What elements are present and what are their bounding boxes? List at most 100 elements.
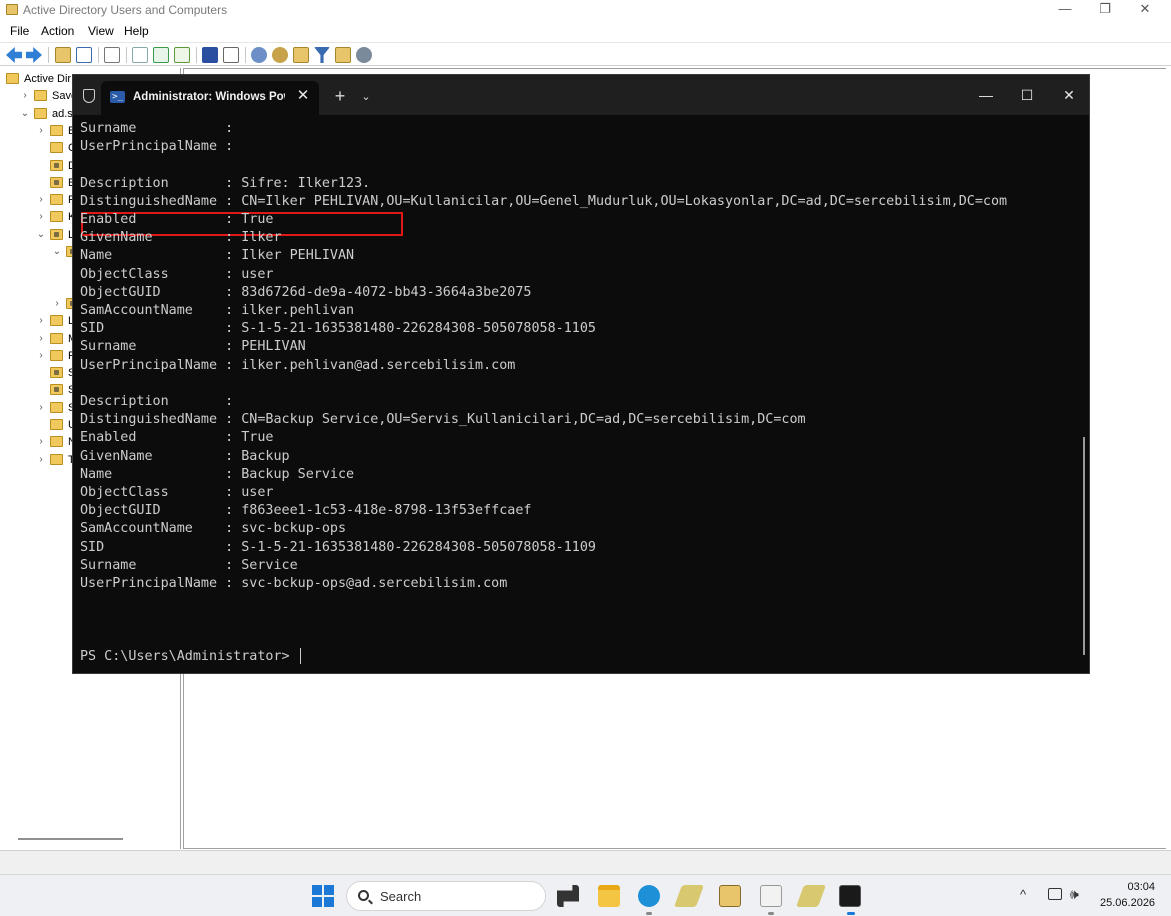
terminal-line: ObjectGUID : 83d6726d-de9a-4072-bb43-366… <box>80 284 532 300</box>
console-window-icon[interactable] <box>223 47 239 63</box>
chevron-right-icon[interactable]: › <box>36 122 46 140</box>
chevron-right-icon[interactable]: › <box>36 330 46 348</box>
close-tab-icon[interactable]: ✕ <box>294 87 312 105</box>
terminal-line: Description : Sifre: Ilker123. <box>80 175 371 191</box>
terminal-close-button[interactable]: ✕ <box>1049 85 1089 105</box>
chevron-down-icon[interactable]: ⌄ <box>358 88 374 106</box>
menu-action[interactable]: Action <box>41 24 74 38</box>
terminal-scrollbar[interactable] <box>1083 437 1085 655</box>
ou-icon <box>50 228 63 240</box>
terminal-window: >_ Administrator: Windows PowerShell ✕ +… <box>72 74 1090 674</box>
windows-start-icon[interactable] <box>312 885 334 907</box>
snapin-icon <box>6 73 19 84</box>
chevron-down-icon[interactable]: ⌄ <box>52 243 62 261</box>
chevron-right-icon[interactable]: › <box>36 347 46 365</box>
tools-icon[interactable] <box>795 885 827 907</box>
folder-icon <box>50 401 63 413</box>
new-user-icon[interactable] <box>251 47 267 63</box>
folder-icon <box>50 453 63 465</box>
chevron-right-icon[interactable]: › <box>36 208 46 226</box>
chevron-right-icon[interactable]: › <box>36 399 46 417</box>
chevron-right-icon[interactable]: › <box>52 295 62 313</box>
details-scrollbar[interactable] <box>1166 68 1171 849</box>
show-console-tree-icon[interactable] <box>76 47 92 63</box>
minimize-button[interactable]: — <box>1046 0 1084 18</box>
terminal-line: GivenName : Ilker <box>80 230 282 246</box>
search-icon <box>358 890 369 901</box>
edge-icon[interactable] <box>638 885 660 907</box>
menu-file[interactable]: File <box>10 24 29 38</box>
clock-date[interactable]: 25.06.2026 <box>1100 897 1155 909</box>
terminal-tab-title: Administrator: Windows PowerShell <box>133 91 285 103</box>
new-group-icon[interactable] <box>272 47 288 63</box>
menu-help[interactable]: Help <box>124 24 149 38</box>
terminal-maximize-button[interactable]: ☐ <box>1007 85 1047 105</box>
chevron-down-icon[interactable]: ⌄ <box>36 226 46 244</box>
text-cursor <box>299 648 301 664</box>
terminal-taskbar-icon[interactable] <box>839 885 861 907</box>
terminal-tab-bar: >_ Administrator: Windows PowerShell ✕ +… <box>73 75 1089 115</box>
up-folder-icon[interactable] <box>55 47 71 63</box>
chevron-right-icon[interactable]: › <box>36 191 46 209</box>
export-list-icon[interactable] <box>174 47 190 63</box>
notepad-icon[interactable] <box>760 885 782 907</box>
terminal-line: Description : <box>80 394 234 409</box>
task-view-icon[interactable] <box>557 885 579 907</box>
restore-button[interactable]: ❐ <box>1086 0 1124 18</box>
tree-scrollbar[interactable] <box>18 838 123 840</box>
domain-icon <box>34 107 47 119</box>
clock-time[interactable]: 03:04 <box>1100 881 1155 893</box>
chevron-right-icon[interactable]: › <box>20 87 30 105</box>
chevron-down-icon[interactable]: ⌄ <box>20 105 30 123</box>
new-ou-icon[interactable] <box>293 47 309 63</box>
back-icon[interactable] <box>6 47 22 63</box>
aduc-app-icon <box>6 4 18 15</box>
toolbar <box>0 42 1171 66</box>
prompt-text: PS C:\Users\Administrator> <box>80 649 290 664</box>
command-prompt[interactable]: PS C:\Users\Administrator> <box>80 648 301 666</box>
ou-icon <box>50 159 63 171</box>
forward-icon[interactable] <box>26 47 42 63</box>
terminal-line: ObjectGUID : f863eee1-1c53-418e-8798-13f… <box>80 503 532 519</box>
toolbar-separator <box>245 47 246 63</box>
status-bar <box>0 850 1171 872</box>
volume-icon[interactable]: 🕪 <box>1070 886 1079 903</box>
refresh-icon[interactable] <box>153 47 169 63</box>
aduc-window-title: Active Directory Users and Computers <box>23 3 228 17</box>
terminal-line: UserPrincipalName : ilker.pehlivan@ad.se… <box>80 357 516 373</box>
file-explorer-icon[interactable] <box>598 885 620 907</box>
network-icon[interactable] <box>1048 888 1062 900</box>
terminal-line: Name : Backup Service <box>80 466 355 482</box>
folder-icon <box>50 349 63 361</box>
chevron-right-icon[interactable]: › <box>36 312 46 330</box>
taskbar-search[interactable]: Search <box>346 881 546 911</box>
filter-icon[interactable] <box>314 47 330 63</box>
folder-icon <box>34 90 47 102</box>
find-icon[interactable] <box>335 47 351 63</box>
close-button[interactable]: ✕ <box>1126 0 1164 18</box>
new-tab-icon[interactable]: + <box>329 87 351 107</box>
terminal-active-indicator <box>847 912 855 915</box>
properties-icon[interactable] <box>132 47 148 63</box>
aduc-taskbar-icon[interactable] <box>719 885 741 907</box>
server-manager-icon[interactable] <box>673 885 705 907</box>
terminal-line: UserPrincipalName : svc-bckup-ops@ad.ser… <box>80 576 508 591</box>
terminal-tab[interactable]: >_ Administrator: Windows PowerShell ✕ <box>101 81 319 115</box>
chevron-right-icon[interactable]: › <box>36 433 46 451</box>
add-to-group-icon[interactable] <box>356 47 372 63</box>
chevron-right-icon[interactable]: › <box>36 451 46 469</box>
shield-icon <box>83 89 95 103</box>
terminal-line: DistinguishedName : CN=Backup Service,OU… <box>80 412 806 428</box>
help-icon[interactable] <box>202 47 218 63</box>
terminal-line: Surname : PEHLIVAN <box>80 339 306 355</box>
folder-icon <box>50 194 63 206</box>
terminal-line: UserPrincipalName : <box>80 139 234 155</box>
clipboard-icon[interactable] <box>104 47 120 63</box>
menu-view[interactable]: View <box>88 24 114 38</box>
folder-icon <box>50 332 63 344</box>
taskbar: Search ^ 🕪 03:04 25.06.2026 <box>0 874 1171 916</box>
terminal-minimize-button[interactable]: — <box>966 85 1006 105</box>
terminal-output[interactable]: PS C:\Users\Administrator> Surname : User… <box>80 115 1080 671</box>
ou-icon <box>50 367 63 379</box>
tray-chevron-icon[interactable]: ^ <box>1020 887 1026 902</box>
